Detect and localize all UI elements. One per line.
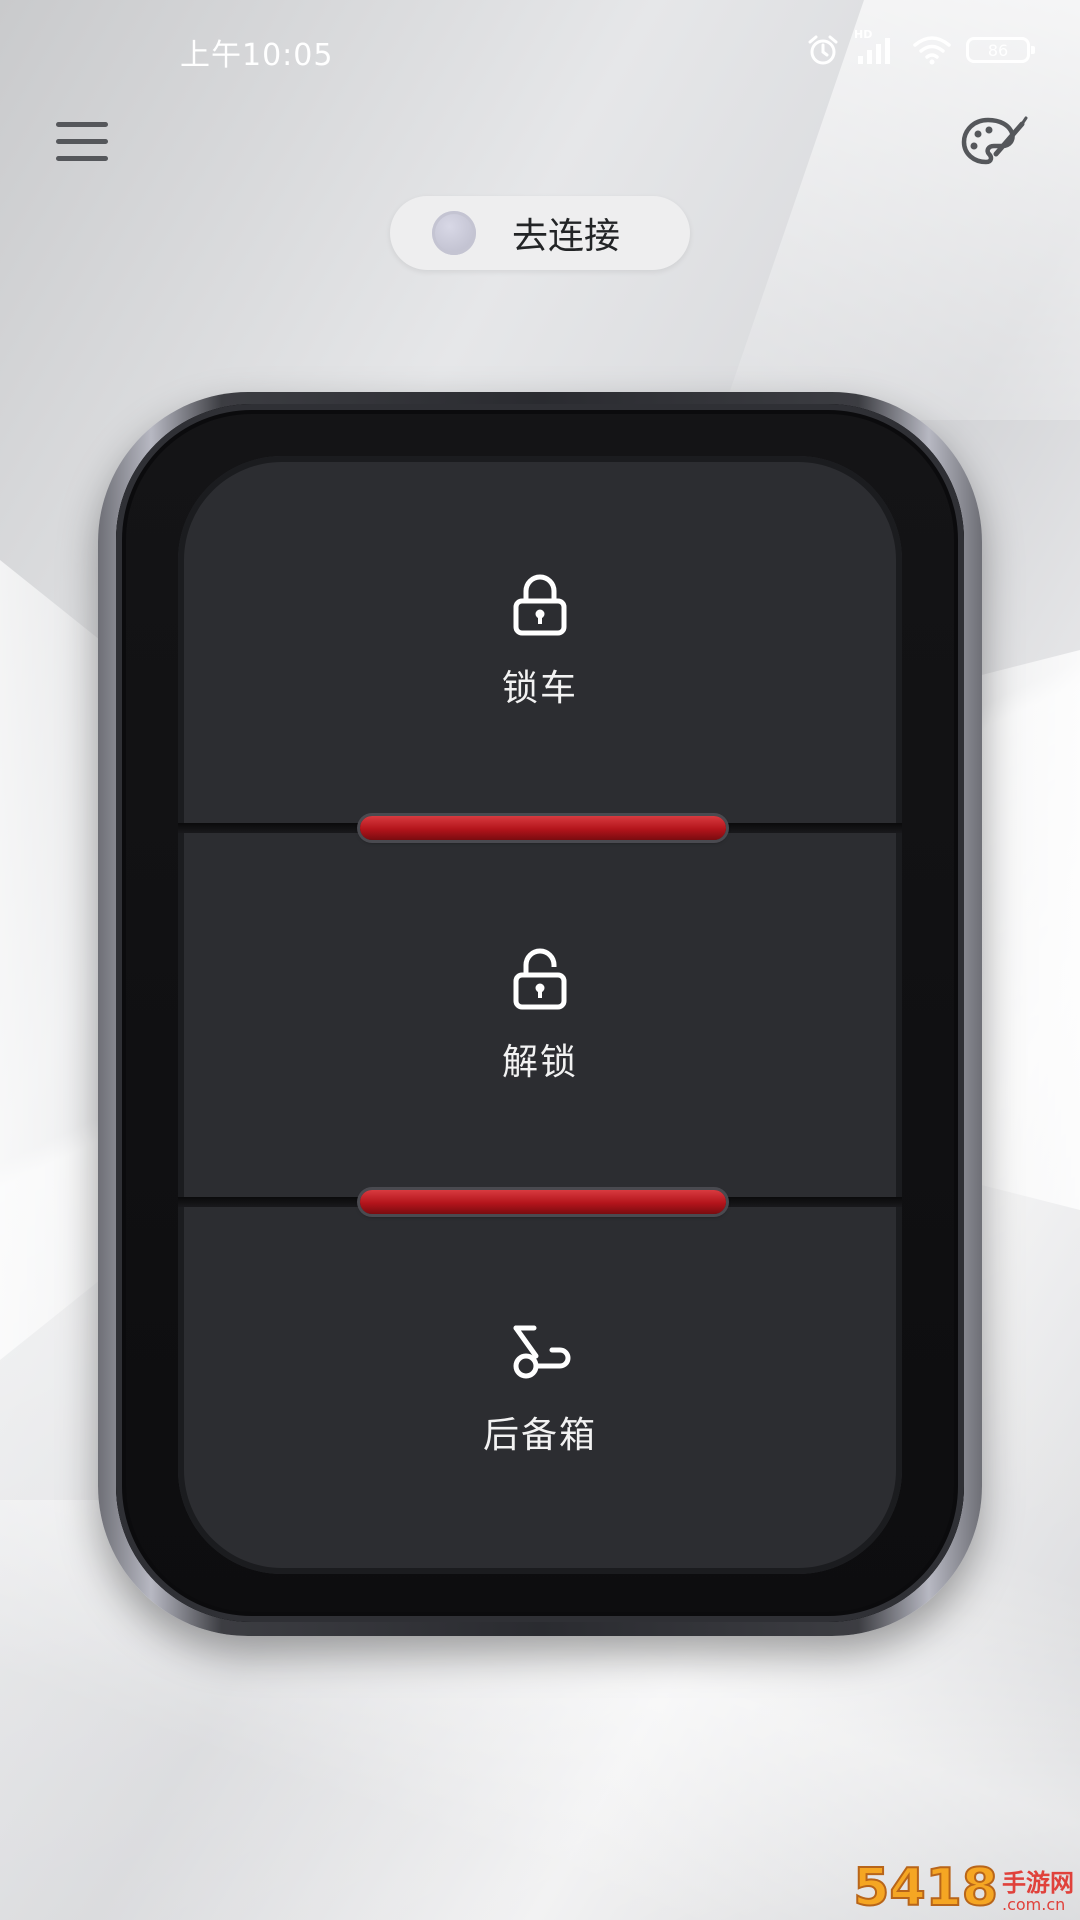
trunk-icon xyxy=(508,1320,572,1384)
connection-status-dot xyxy=(432,211,476,255)
status-time: 上午10:05 xyxy=(180,38,334,73)
connect-button[interactable]: 去连接 xyxy=(390,196,690,270)
lock-open-icon xyxy=(510,947,570,1011)
lock-car-button[interactable]: 锁车 xyxy=(178,456,902,828)
trunk-button[interactable]: 后备箱 xyxy=(178,1204,902,1574)
unlock-car-label: 解锁 xyxy=(501,1042,578,1083)
hamburger-menu-icon-bar xyxy=(56,139,108,144)
indicator-light xyxy=(360,816,726,840)
battery-level: 86 xyxy=(987,40,1009,60)
lock-closed-icon xyxy=(510,573,570,637)
hamburger-menu-icon-bar xyxy=(56,156,108,161)
status-icons: HD 86 xyxy=(806,28,1035,66)
menu-button[interactable] xyxy=(50,114,114,170)
connect-label: 去连接 xyxy=(512,216,621,257)
palette-icon xyxy=(958,116,1030,178)
network-label: HD xyxy=(854,28,873,41)
watermark-url: .com.cn xyxy=(1002,1895,1066,1915)
lock-car-label: 锁车 xyxy=(501,668,578,709)
trunk-label: 后备箱 xyxy=(482,1415,597,1456)
watermark-text-group: 手游网 .com.cn xyxy=(1002,1870,1074,1914)
watermark-number: 5418 xyxy=(852,1858,999,1918)
signal-icon: HD xyxy=(854,28,898,66)
indicator-light xyxy=(360,1190,726,1214)
key-fob-face: 锁车 解锁 后备箱 xyxy=(178,456,902,1574)
hamburger-menu-icon xyxy=(56,122,108,127)
watermark: 5418 手游网 .com.cn xyxy=(852,1858,1074,1918)
status-bar: 上午10:05 HD 86 xyxy=(0,0,1080,100)
wifi-icon xyxy=(912,35,952,65)
alarm-icon xyxy=(806,34,840,66)
unlock-car-button[interactable]: 解锁 xyxy=(178,830,902,1202)
theme-button[interactable] xyxy=(958,110,1030,174)
battery-icon: 86 xyxy=(966,37,1035,63)
watermark-text: 手游网 xyxy=(1002,1869,1074,1898)
